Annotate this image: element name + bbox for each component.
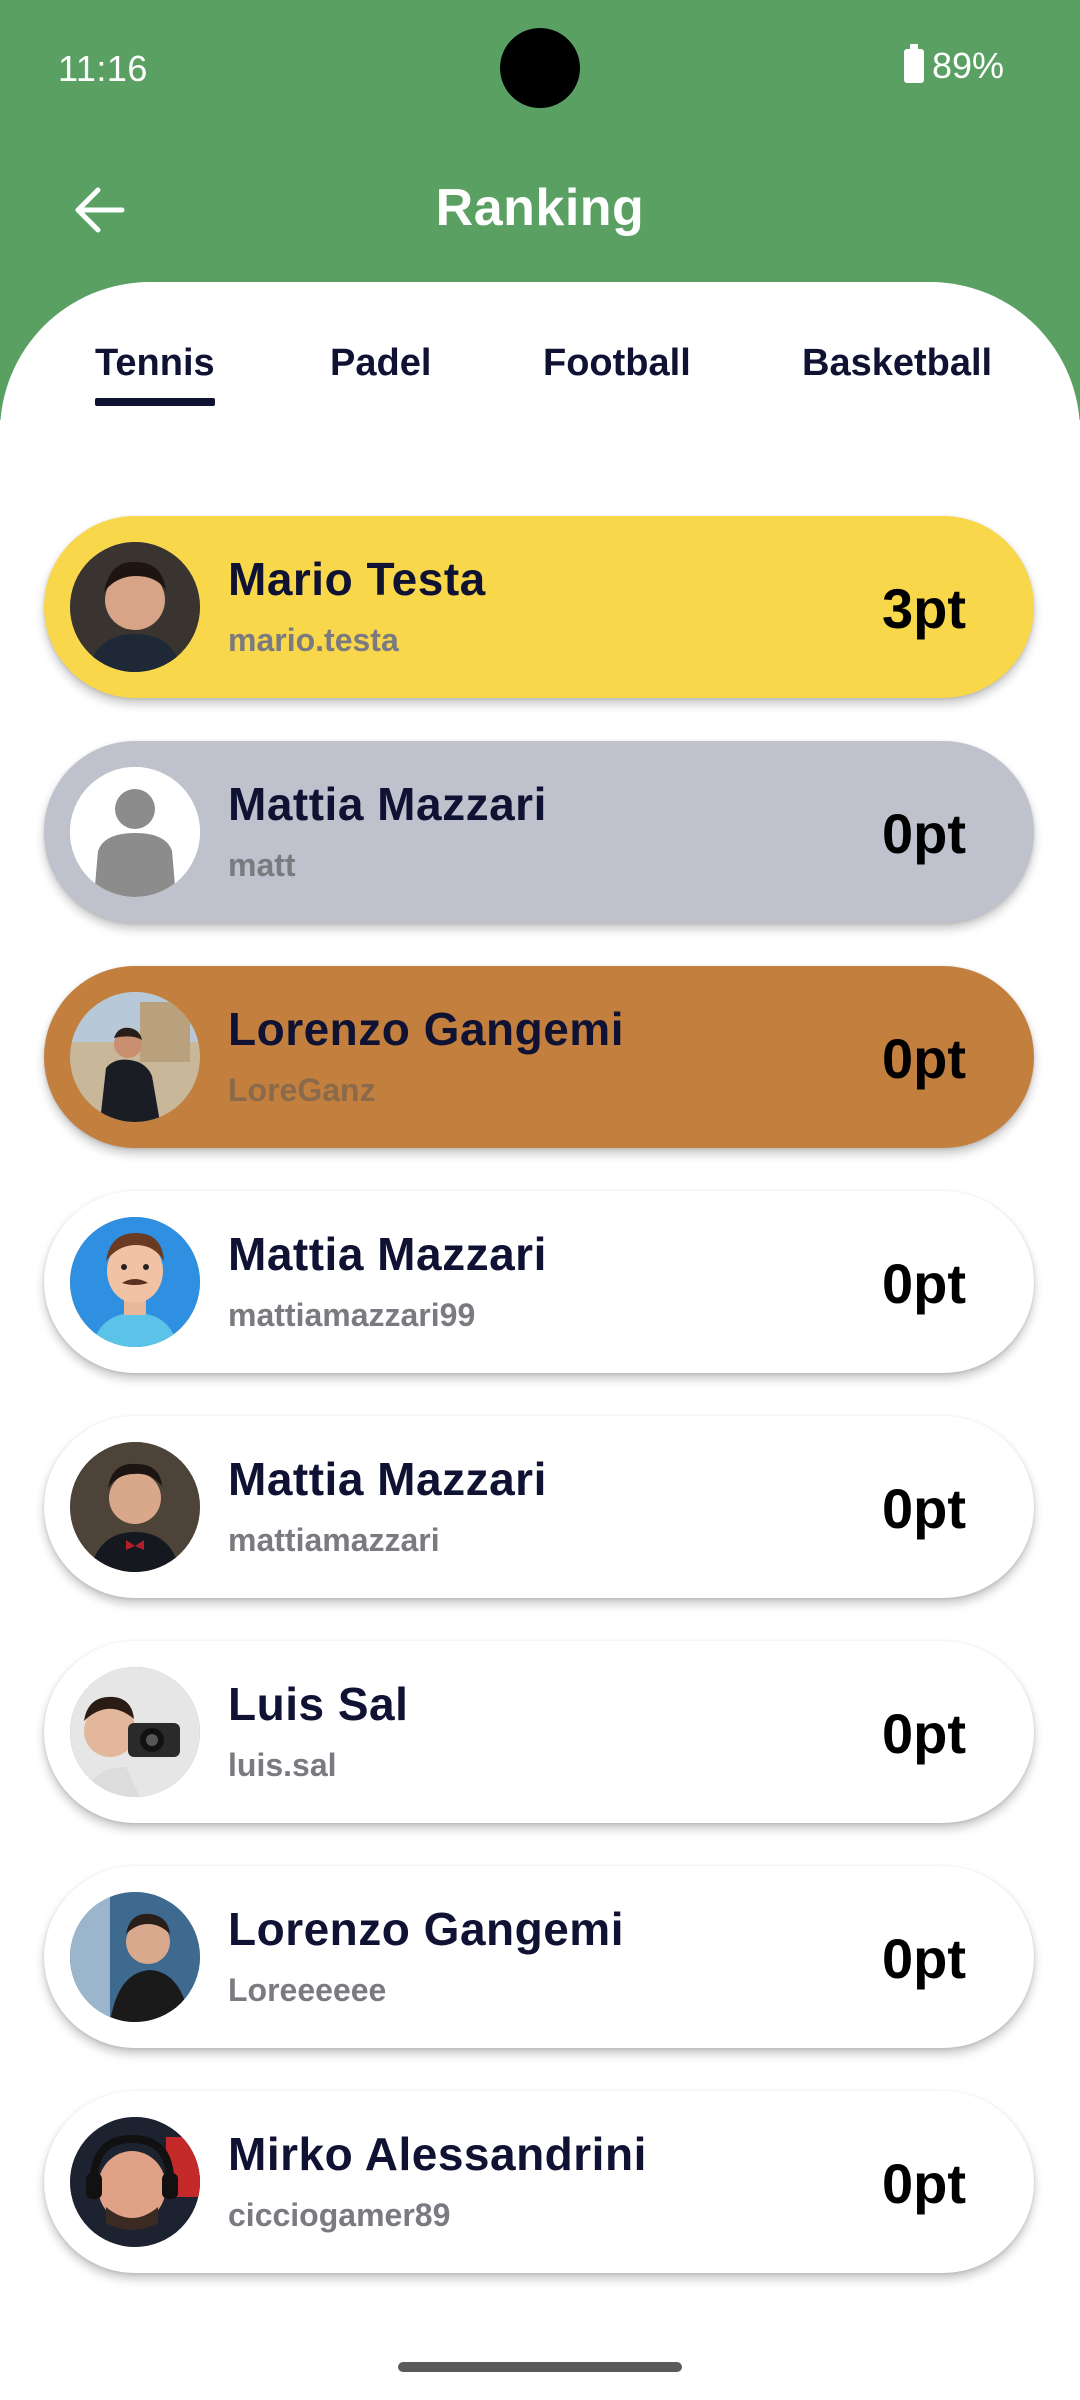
ranking-list: Mario Testa mario.testa 3pt Mattia Mazza…	[44, 516, 1036, 2316]
status-right: 89%	[903, 44, 1004, 86]
player-name: Lorenzo Gangemi	[228, 1003, 624, 1055]
player-points: 0pt	[882, 1927, 966, 1990]
ranking-row[interactable]: Mirko Alessandrini cicciogamer89 0pt	[44, 2091, 1034, 2273]
player-username: mattiamazzari99	[228, 1297, 476, 1333]
ranking-row[interactable]: Mattia Mazzari mattiamazzari 0pt	[44, 1416, 1034, 1598]
tab-padel[interactable]: Padel	[330, 342, 431, 422]
player-name: Mario Testa	[228, 553, 486, 605]
player-name: Mattia Mazzari	[228, 1228, 547, 1280]
home-indicator[interactable]	[398, 2362, 682, 2372]
status-bar: 11:16 89%	[0, 0, 1080, 130]
avatar	[70, 767, 200, 897]
cartoon-avatar-icon	[70, 1217, 200, 1347]
status-time: 11:16	[58, 48, 148, 89]
avatar	[70, 992, 200, 1122]
tab-basketball[interactable]: Basketball	[802, 342, 992, 422]
player-username: cicciogamer89	[228, 2197, 451, 2233]
avatar	[70, 1442, 200, 1572]
tab-label: Tennis	[95, 342, 215, 384]
ranking-panel: Tennis Padel Football Basketball Mario T…	[0, 282, 1080, 2400]
ranking-row[interactable]: Luis Sal luis.sal 0pt	[44, 1641, 1034, 1823]
tab-label: Basketball	[802, 342, 993, 384]
player-points: 0pt	[882, 802, 966, 865]
player-points: 0pt	[882, 2152, 966, 2215]
screen: 11:16 89% Ranking Tennis Padel Football …	[0, 0, 1080, 2400]
tab-selected-indicator	[95, 398, 215, 406]
player-points: 0pt	[882, 1252, 966, 1315]
user-photo-icon	[70, 992, 200, 1122]
app-bar: Ranking	[0, 160, 1080, 260]
player-username: mattiamazzari	[228, 1522, 440, 1558]
player-name: Mattia Mazzari	[228, 778, 547, 830]
avatar	[70, 1217, 200, 1347]
player-name: Luis Sal	[228, 1678, 409, 1730]
battery-icon	[903, 44, 924, 83]
player-points: 0pt	[882, 1477, 966, 1540]
page-title: Ranking	[435, 179, 645, 237]
player-points: 0pt	[882, 1702, 966, 1765]
player-points: 3pt	[882, 577, 966, 640]
player-name: Mirko Alessandrini	[228, 2128, 647, 2180]
ranking-row-first[interactable]: Mario Testa mario.testa 3pt	[44, 516, 1034, 698]
tab-label: Padel	[330, 342, 432, 384]
player-name: Lorenzo Gangemi	[228, 1903, 624, 1955]
player-name: Mattia Mazzari	[228, 1453, 547, 1505]
avatar	[70, 542, 200, 672]
user-photo-icon	[70, 542, 200, 672]
avatar	[70, 1892, 200, 2022]
camera-cutout	[500, 28, 580, 108]
player-username: luis.sal	[228, 1747, 337, 1783]
avatar	[70, 2117, 200, 2247]
player-username: LoreGanz	[228, 1072, 376, 1108]
ranking-row[interactable]: Mattia Mazzari mattiamazzari99 0pt	[44, 1191, 1034, 1373]
player-username: matt	[228, 847, 296, 883]
player-points: 0pt	[882, 1027, 966, 1090]
battery-percent: 89%	[931, 45, 1004, 86]
user-photo-icon	[70, 2117, 200, 2247]
tab-label: Football	[543, 342, 691, 384]
ranking-row[interactable]: Lorenzo Gangemi Loreeeeee 0pt	[44, 1866, 1034, 2048]
tab-tennis[interactable]: Tennis	[95, 342, 215, 422]
tab-football[interactable]: Football	[543, 342, 691, 422]
sport-tabs: Tennis Padel Football Basketball	[0, 342, 1080, 422]
player-username: Loreeeeee	[228, 1972, 387, 2008]
avatar	[70, 1667, 200, 1797]
ranking-row-second[interactable]: Mattia Mazzari matt 0pt	[44, 741, 1034, 923]
ranking-row-third[interactable]: Lorenzo Gangemi LoreGanz 0pt	[44, 966, 1034, 1148]
default-user-icon	[70, 767, 200, 897]
user-photo-icon	[70, 1667, 200, 1797]
user-photo-icon	[70, 1442, 200, 1572]
player-username: mario.testa	[228, 622, 399, 658]
user-photo-icon	[70, 1892, 200, 2022]
